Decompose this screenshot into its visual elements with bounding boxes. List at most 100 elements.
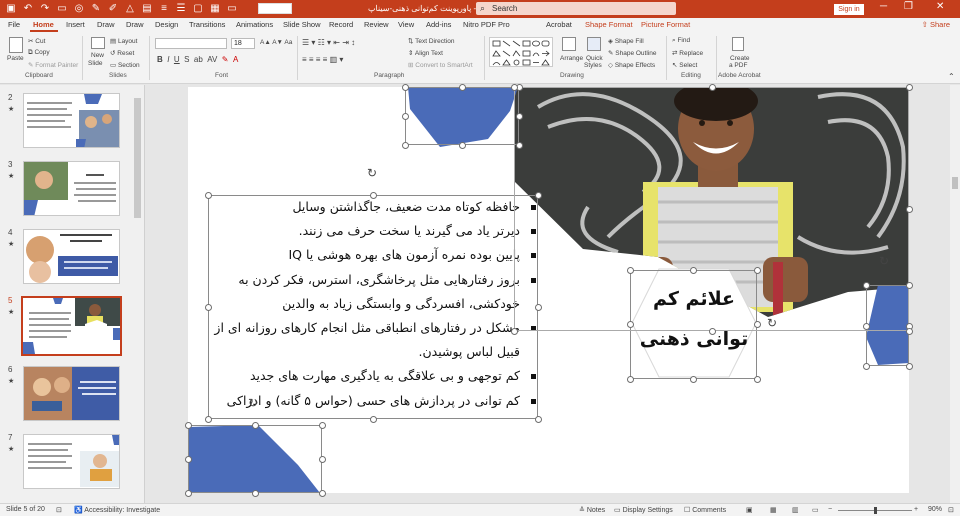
slide-thumbnail-6[interactable]: [23, 366, 120, 421]
slide-thumbnail-5-selected[interactable]: [21, 296, 122, 356]
rotate-handle-icon[interactable]: ↻: [767, 316, 777, 330]
resize-handle[interactable]: [626, 320, 634, 328]
resize-handle[interactable]: [401, 83, 409, 91]
resize-handle[interactable]: [204, 303, 212, 311]
slide-thumbnail-7[interactable]: [23, 434, 120, 489]
start-slideshow-icon[interactable]: ▭: [57, 3, 67, 15]
resize-handle[interactable]: [184, 421, 192, 429]
tab-slide-show[interactable]: Slide Show: [283, 20, 321, 29]
cut-button[interactable]: ✂ Cut: [28, 37, 45, 45]
resize-handle[interactable]: [318, 421, 326, 429]
resize-handle[interactable]: [626, 375, 634, 383]
resize-handle[interactable]: [708, 83, 716, 91]
shape-fill-button[interactable]: ◈ Shape Fill: [608, 37, 644, 45]
slide-sorter-icon[interactable]: ▦: [770, 506, 777, 514]
thumbnail-scrollbar[interactable]: [133, 88, 142, 498]
align-icon[interactable]: ☰: [176, 3, 186, 15]
layout-icon[interactable]: ▤: [142, 3, 152, 15]
list-buttons[interactable]: ☰ ▾ ☷ ▾ ⇤ ⇥ ↕: [302, 38, 355, 47]
tab-view[interactable]: View: [398, 20, 414, 29]
draw-icon[interactable]: ✐: [108, 3, 118, 15]
rotate-handle-icon[interactable]: ↻: [248, 396, 258, 410]
create-pdf-button[interactable]: Create: [730, 55, 750, 62]
paste-button[interactable]: Paste: [7, 55, 24, 62]
tab-file[interactable]: File: [8, 20, 20, 29]
resize-handle[interactable]: [862, 281, 870, 289]
grow-font-icon[interactable]: A▲ A▼ Aa: [260, 39, 292, 46]
resize-handle[interactable]: [458, 141, 466, 149]
quick-styles-button-label2[interactable]: Styles: [584, 62, 602, 69]
create-pdf-icon[interactable]: [732, 37, 744, 51]
format-painter-icon[interactable]: ✎: [91, 3, 101, 15]
resize-handle[interactable]: [369, 191, 377, 199]
tab-add-ins[interactable]: Add-ins: [426, 20, 451, 29]
resize-handle[interactable]: [204, 415, 212, 423]
layout-button[interactable]: ▤ Layout: [110, 37, 137, 45]
align-buttons[interactable]: ≡ ≡ ≡ ≡ ▥ ▾: [302, 55, 343, 64]
tab-design[interactable]: Design: [155, 20, 178, 29]
zoom-in-icon[interactable]: +: [914, 506, 918, 513]
resize-handle[interactable]: [515, 112, 523, 120]
share-button[interactable]: ⇧ Share: [922, 20, 950, 29]
align-text-button[interactable]: ⇕ Align Text: [408, 49, 443, 57]
normal-view-icon[interactable]: ▣: [746, 506, 753, 514]
resize-handle[interactable]: [184, 489, 192, 497]
shapes-gallery[interactable]: [489, 37, 553, 67]
tab-nitro-pdf[interactable]: Nitro PDF Pro: [463, 20, 510, 29]
bullets-icon[interactable]: ≡: [159, 3, 169, 15]
resize-handle[interactable]: [458, 83, 466, 91]
tab-animations[interactable]: Animations: [236, 20, 273, 29]
save-icon[interactable]: ▣: [6, 3, 16, 15]
font-format-buttons[interactable]: B I U S ab AV ✎ A: [157, 55, 238, 64]
fit-to-window-icon[interactable]: ⊡: [948, 506, 954, 514]
new-slide-icon[interactable]: [91, 37, 105, 49]
resize-handle[interactable]: [708, 327, 716, 335]
paste-icon[interactable]: [9, 37, 23, 53]
reading-view-icon[interactable]: ▥: [792, 506, 799, 514]
autosave-icon[interactable]: ◎: [74, 3, 84, 15]
tab-draw-2[interactable]: Draw: [126, 20, 144, 29]
comments-button[interactable]: ☐ Comments: [684, 506, 726, 514]
restore-icon[interactable]: ❐: [904, 1, 913, 12]
resize-handle[interactable]: [510, 327, 518, 335]
quick-styles-icon[interactable]: [587, 37, 601, 51]
replace-button[interactable]: ⇄ Replace: [672, 49, 703, 57]
copy-button[interactable]: ⧉ Copy: [28, 49, 50, 57]
format-painter-button[interactable]: ✎ Format Painter: [28, 61, 78, 69]
notes-button[interactable]: ≙ Notes: [579, 506, 605, 514]
tab-shape-format[interactable]: Shape Format: [585, 20, 633, 29]
resize-handle[interactable]: [204, 191, 212, 199]
canvas-scrollbar-thumb[interactable]: [952, 177, 958, 189]
resize-handle[interactable]: [905, 205, 913, 213]
zoom-level[interactable]: 90%: [928, 506, 942, 513]
resize-handle[interactable]: [534, 191, 542, 199]
resize-handle[interactable]: [905, 83, 913, 91]
resize-handle[interactable]: [862, 322, 870, 330]
quick-styles-button[interactable]: Quick: [586, 55, 603, 62]
tab-home[interactable]: Home: [33, 20, 54, 29]
shape-effects-button[interactable]: ◇ Shape Effects: [608, 61, 655, 69]
create-pdf-button-label2[interactable]: a PDF: [729, 62, 747, 69]
resize-handle[interactable]: [510, 83, 518, 91]
slide-thumbnail-3[interactable]: [23, 161, 120, 216]
resize-handle[interactable]: [401, 112, 409, 120]
spelling-icon[interactable]: ⊡: [56, 506, 62, 514]
select-button[interactable]: ↖ Select: [672, 61, 697, 69]
resize-handle[interactable]: [318, 489, 326, 497]
font-name-dropdown[interactable]: [155, 38, 227, 49]
resize-handle[interactable]: [753, 375, 761, 383]
zoom-slider-thumb[interactable]: [874, 507, 877, 514]
sign-in-button[interactable]: Sign in: [834, 4, 864, 15]
resize-handle[interactable]: [534, 303, 542, 311]
resize-handle[interactable]: [905, 327, 913, 335]
slide-thumbnail-4[interactable]: [23, 229, 120, 284]
new-slide-button[interactable]: New: [91, 52, 104, 59]
rotate-handle-icon[interactable]: ↻: [879, 254, 889, 268]
search-box[interactable]: ⌕ Search: [476, 2, 676, 15]
canvas-scrollbar[interactable]: [950, 85, 960, 503]
section-button[interactable]: ▭ Section: [110, 61, 140, 69]
convert-smartart-button[interactable]: ⊞ Convert to SmartArt: [408, 61, 473, 69]
collapse-ribbon-icon[interactable]: ⌃: [948, 72, 955, 81]
resize-handle[interactable]: [689, 375, 697, 383]
resize-handle[interactable]: [515, 141, 523, 149]
